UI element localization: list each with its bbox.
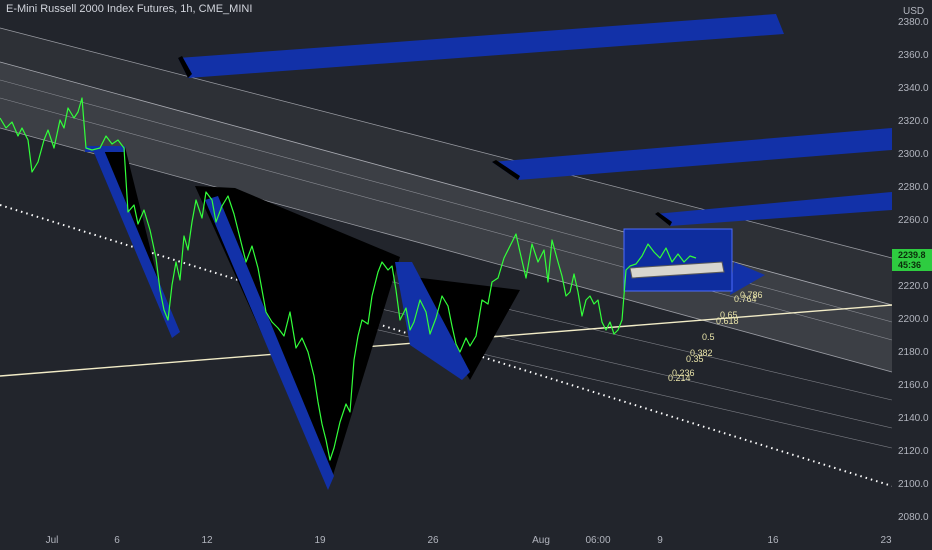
shadow-left-top xyxy=(85,146,125,152)
y-tick-label: 2360.0 xyxy=(898,50,929,61)
current-price-tag: 2239.8 45:36 xyxy=(892,249,932,271)
y-tick-label: 2340.0 xyxy=(898,83,929,94)
ribbon-top xyxy=(178,14,784,78)
y-tick-label: 2380.0 xyxy=(898,17,929,28)
y-tick-label: 2100.0 xyxy=(898,479,929,490)
ribbon-mid xyxy=(492,128,892,180)
x-tick-label: 26 xyxy=(427,535,439,546)
channel-band-upper xyxy=(0,28,892,305)
price-chart[interactable]: 0.786 0.764 0.65 0.618 0.5 0.382 0.35 0.… xyxy=(0,0,932,550)
fib-label-035: 0.35 xyxy=(686,354,704,364)
x-tick-label: Aug xyxy=(532,535,550,546)
x-tick-label: 23 xyxy=(880,535,892,546)
shadow-left xyxy=(92,148,180,338)
x-tick-label: 6 xyxy=(114,535,120,546)
y-tick-label: 2120.0 xyxy=(898,446,929,457)
fib-label-0764: 0.764 xyxy=(734,294,757,304)
y-tick-label: 2160.0 xyxy=(898,380,929,391)
x-tick-label: Jul xyxy=(46,535,59,546)
y-tick-label: 2140.0 xyxy=(898,413,929,424)
fib-label-05: 0.5 xyxy=(702,332,715,342)
y-tick-label: 2300.0 xyxy=(898,149,929,160)
x-tick-label: 9 xyxy=(657,535,663,546)
x-tick-label: 12 xyxy=(201,535,213,546)
y-tick-label: 2180.0 xyxy=(898,347,929,358)
x-tick-label: 19 xyxy=(314,535,326,546)
y-tick-label: 2200.0 xyxy=(898,314,929,325)
consolidation-box xyxy=(623,228,733,292)
time-axis[interactable]: Jul 6 12 19 26 Aug 06:00 9 16 23 xyxy=(46,535,892,546)
current-price-value: 2239.8 xyxy=(898,250,926,260)
fib-label-0618: 0.618 xyxy=(716,316,739,326)
fib-label-0214: 0.214 xyxy=(668,373,691,383)
y-tick-label: 2080.0 xyxy=(898,512,929,523)
x-tick-label: 16 xyxy=(767,535,779,546)
price-axis[interactable]: USD 2080.0 2100.0 2120.0 2140.0 2160.0 2180.0… xyxy=(892,6,932,523)
countdown-value: 45:36 xyxy=(898,260,921,270)
x-tick-label: 06:00 xyxy=(585,535,610,546)
y-tick-label: 2320.0 xyxy=(898,116,929,127)
y-tick-label: 2220.0 xyxy=(898,281,929,292)
y-tick-label: 2280.0 xyxy=(898,182,929,193)
y-tick-label: 2260.0 xyxy=(898,215,929,226)
currency-label: USD xyxy=(903,6,924,17)
plot-area[interactable] xyxy=(0,14,892,490)
